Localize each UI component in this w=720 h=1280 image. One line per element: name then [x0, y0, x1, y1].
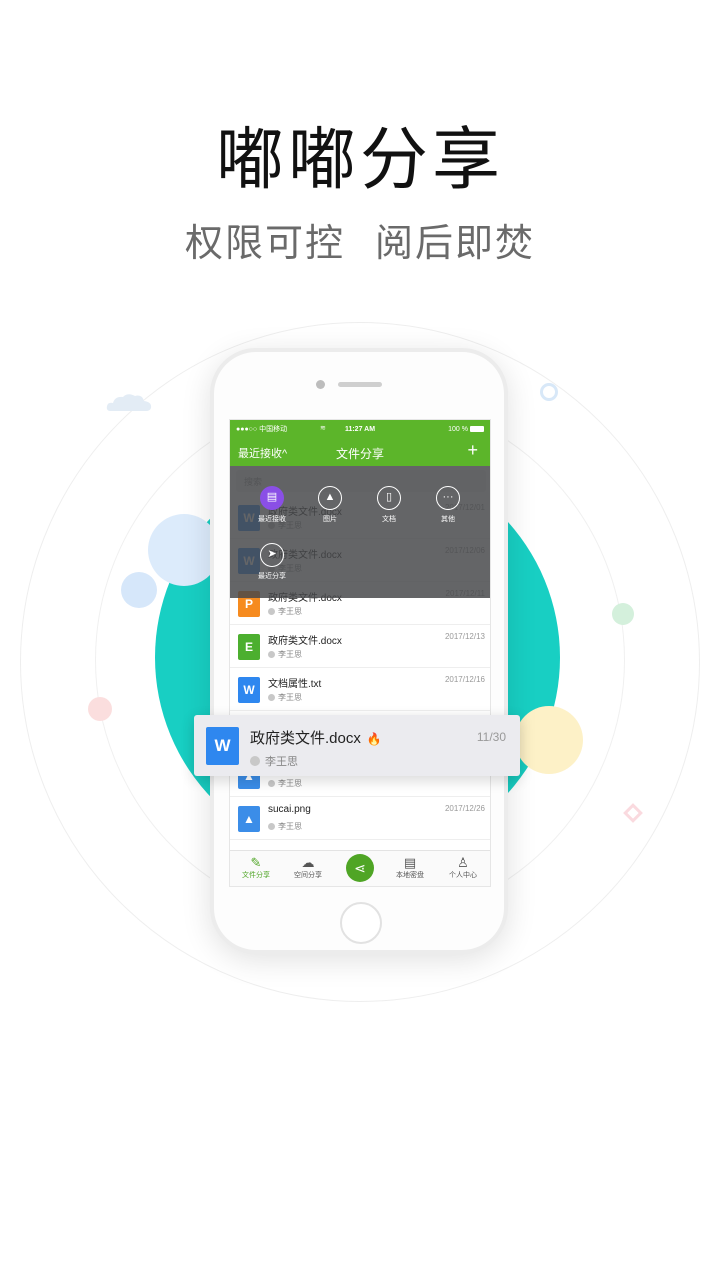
person-icon: ♙ — [457, 855, 469, 870]
view-count: 11/30 — [476, 730, 506, 744]
person-icon — [268, 780, 275, 787]
person-icon — [268, 694, 275, 701]
more-icon: ··· — [436, 486, 460, 510]
share-icon: ⋖ — [354, 860, 366, 876]
image-icon: ▲ — [318, 486, 342, 510]
menu-item-recent-shared[interactable]: ➤ 最近分享 — [244, 543, 300, 581]
subline-left: 权限可控 — [184, 221, 345, 265]
send-icon: ➤ — [260, 543, 284, 567]
file-date: 2017/12/26 — [444, 804, 485, 813]
file-share-icon: ✎ — [250, 855, 262, 870]
headline: 嘟嘟分享 — [215, 121, 504, 200]
inbox-icon: ▤ — [260, 486, 284, 510]
file-row[interactable]: E 政府类文件.docx 李王思 2017/12/13 — [230, 625, 490, 668]
subline: 权限可控 阅后即焚 — [0, 212, 720, 267]
menu-item-recent-received[interactable]: ▤ 最近接收 — [244, 486, 300, 524]
home-button[interactable] — [340, 902, 382, 944]
app-screen: ●●●○○ 中国移动 ≋ 11:27 AM 100 % 最近接收^ 文件分享 +… — [229, 419, 491, 887]
tab-bar: ✎ 文件分享 ☁ 空间分享 ⋖ ▤ 本地密盘 ♙ 个人中心 — [230, 850, 490, 886]
tab-file-share[interactable]: ✎ 文件分享 — [231, 855, 281, 880]
page-title: 文件分享 — [335, 447, 384, 461]
burn-after-reading-card[interactable]: W 政府类文件.docx 🔥 李王思 11/30 — [194, 715, 520, 776]
subline-right: 阅后即焚 — [375, 221, 536, 265]
decor-bubble — [121, 572, 157, 608]
word-file-icon: W — [206, 727, 239, 765]
status-time: 11:27 AM — [344, 425, 376, 433]
tab-profile[interactable]: ♙ 个人中心 — [438, 855, 488, 880]
popcard-filename: 政府类文件.docx — [250, 730, 361, 747]
menu-item-other[interactable]: ··· 其他 — [420, 486, 476, 524]
file-type-icon: W — [238, 677, 260, 703]
file-name: 政府类文件.docx — [268, 636, 342, 647]
popcard-owner: 李王思 — [265, 756, 298, 768]
decor-ring-dot — [540, 383, 558, 401]
person-icon — [268, 651, 275, 658]
camera-dot — [316, 380, 325, 389]
file-row[interactable]: W 文档属性.txt 李王思 2017/12/16 — [230, 668, 490, 711]
menu-item-documents[interactable]: ▯ 文档 — [361, 486, 417, 524]
clipboard-icon: ▤ — [403, 855, 417, 870]
menu-item-images[interactable]: ▲ 图片 — [302, 486, 358, 524]
cloud-icon — [106, 394, 152, 411]
person-icon — [268, 608, 275, 615]
person-icon — [250, 756, 260, 766]
tab-local-vault[interactable]: ▤ 本地密盘 — [385, 855, 435, 880]
file-date: 2017/12/13 — [444, 632, 485, 641]
person-icon — [268, 823, 275, 830]
decor-dot — [88, 697, 112, 721]
file-name: sucai.png — [268, 804, 311, 815]
file-name: 文档属性.txt — [268, 679, 322, 690]
file-owner: 李王思 — [278, 779, 302, 788]
file-owner: 李王思 — [278, 607, 302, 616]
file-type-icon: E — [238, 634, 260, 660]
file-date: 2017/12/16 — [444, 675, 485, 684]
file-owner: 李王思 — [278, 650, 302, 659]
share-button[interactable]: ⋖ — [346, 854, 374, 882]
filter-menu-overlay: ▤ 最近接收 ▲ 图片 ▯ 文档 ··· 其他 ➤ 最近分享 — [230, 466, 490, 598]
file-row[interactable]: ▲ sucai.png 李王思 2017/12/26 — [230, 797, 490, 840]
decor-dot — [612, 603, 634, 625]
nav-bar: 最近接收^ 文件分享 + — [230, 438, 490, 466]
speaker-slot — [338, 382, 382, 387]
file-owner: 李王思 — [278, 693, 302, 702]
document-icon: ▯ — [377, 486, 401, 510]
status-bar: ●●●○○ 中国移动 ≋ 11:27 AM 100 % — [230, 420, 490, 438]
file-owner: 李王思 — [278, 822, 302, 831]
tab-cloud-share[interactable]: ☁ 空间分享 — [283, 855, 333, 880]
cloud-share-icon: ☁ — [301, 855, 315, 870]
fire-icon: 🔥 — [366, 732, 382, 746]
decor-bubble — [515, 706, 583, 774]
file-type-icon: ▲ — [238, 806, 260, 832]
add-icon[interactable]: + — [467, 440, 478, 461]
